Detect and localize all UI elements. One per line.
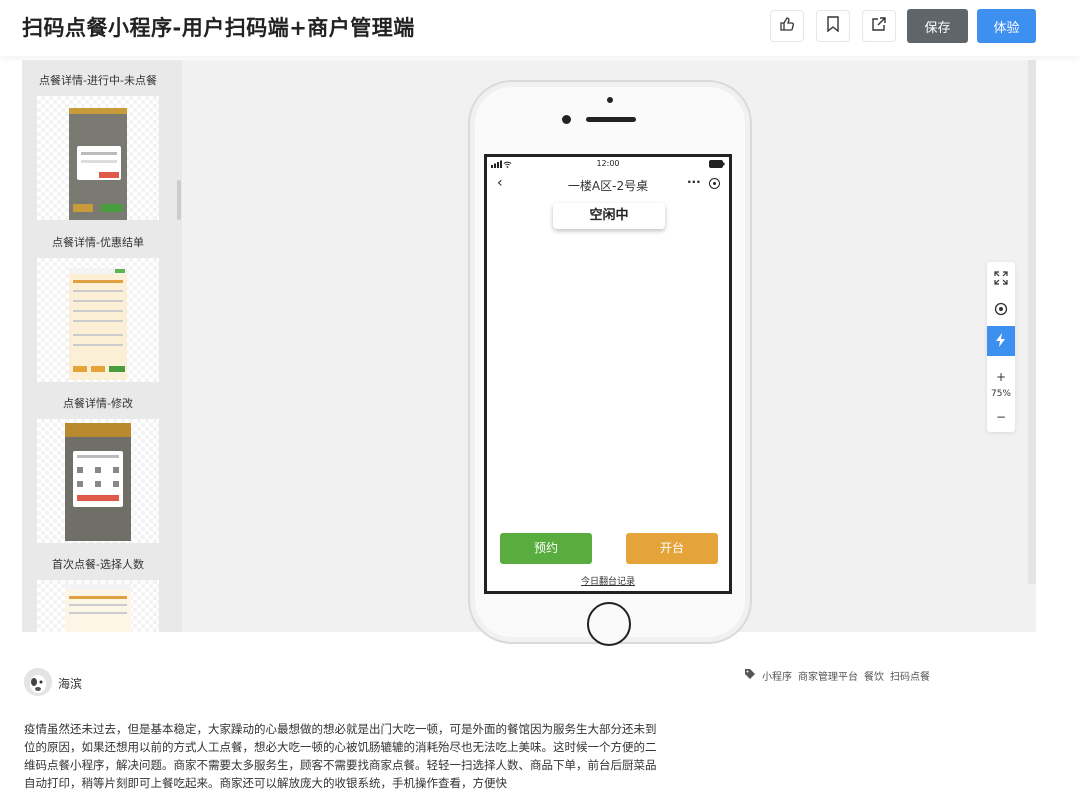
page-title: 扫码点餐小程序-用户扫码端+商户管理端 <box>22 16 415 40</box>
tag-item[interactable]: 扫码点餐 <box>890 668 930 683</box>
sidebar-scrollbar[interactable] <box>177 180 181 220</box>
bookmark-button[interactable] <box>816 10 850 42</box>
canvas-scrollbar[interactable] <box>1028 60 1036 584</box>
bookmark-icon <box>826 16 840 36</box>
phone-mockup: 12:00 ‹ 一楼A区-2号桌 ··· 空闲中 预约 开台 今日翻台记录 <box>468 80 752 646</box>
thumbs-up-icon <box>779 16 795 36</box>
open-table-button[interactable]: 开台 <box>626 533 718 564</box>
plus-icon: + <box>995 370 1007 384</box>
zoom-toolbar: + 75% − <box>987 262 1015 432</box>
thumbnail-label: 点餐详情-修改 <box>63 397 133 410</box>
avatar[interactable] <box>24 668 52 696</box>
tag-item[interactable]: 小程序 <box>762 668 792 683</box>
tag-icon <box>744 668 756 683</box>
close-target-icon[interactable] <box>709 178 720 189</box>
minus-icon: − <box>995 410 1007 424</box>
status-time: 12:00 <box>596 159 620 168</box>
share-button[interactable] <box>862 10 896 42</box>
try-button[interactable]: 体验 <box>977 9 1036 43</box>
tag-item[interactable]: 商家管理平台 <box>798 668 858 683</box>
tag-item[interactable]: 餐饮 <box>864 668 884 683</box>
phone-screen: 12:00 ‹ 一楼A区-2号桌 ··· 空闲中 预约 开台 今日翻台记录 <box>484 154 732 594</box>
thumbnail-label: 点餐详情-优惠结单 <box>52 236 144 249</box>
battery-icon <box>709 160 725 170</box>
external-link-icon <box>871 16 887 36</box>
fullscreen-icon <box>994 270 1008 288</box>
thumbnail-item[interactable] <box>37 96 159 220</box>
focus-icon <box>994 302 1008 319</box>
phone-speaker <box>586 117 636 122</box>
table-status-badge: 空闲中 <box>553 203 665 229</box>
thumbnail-label: 点餐详情-进行中-未点餐 <box>39 74 157 87</box>
phone-sensor <box>607 97 613 103</box>
preview-workspace: 点餐详情-进行中-未点餐 点餐详情-优惠结单 点餐详情-修改 首次点餐-选择人数… <box>22 60 1036 646</box>
top-header: 扫码点餐小程序-用户扫码端+商户管理端 保存 体验 <box>0 0 1080 56</box>
zoom-level: 75% <box>990 389 1011 399</box>
thumbnail-item[interactable] <box>37 419 159 543</box>
lightning-icon <box>995 332 1007 350</box>
thumbnail-label: 首次点餐-选择人数 <box>52 558 144 571</box>
lightning-button[interactable] <box>987 326 1015 356</box>
save-button[interactable]: 保存 <box>907 9 968 43</box>
more-menu-icon[interactable]: ··· <box>687 175 701 189</box>
tag-list: 小程序 商家管理平台 餐饮 扫码点餐 <box>744 668 930 683</box>
author-name[interactable]: 海滨 <box>58 675 82 692</box>
page-thumbnail-sidebar: 点餐详情-进行中-未点餐 点餐详情-优惠结单 点餐详情-修改 首次点餐-选择人数 <box>22 60 182 632</box>
like-button[interactable] <box>770 10 804 42</box>
focus-button[interactable] <box>987 295 1015 325</box>
post-description: 疫情虽然还未过去，但是基本稳定，大家躁动的心最想做的想必就是出门大吃一顿，可是外… <box>24 722 657 790</box>
thumbnail-item[interactable] <box>37 580 159 632</box>
status-bar: 12:00 <box>487 157 729 171</box>
home-button <box>587 602 631 646</box>
zoom-in-button[interactable]: + <box>987 362 1015 392</box>
zoom-out-button[interactable]: − <box>987 402 1015 432</box>
mini-program-navbar: ‹ 一楼A区-2号桌 ··· <box>487 173 729 197</box>
reserve-button[interactable]: 预约 <box>500 533 592 564</box>
thumbnail-item[interactable] <box>37 258 159 382</box>
turnover-record-link[interactable]: 今日翻台记录 <box>487 574 729 587</box>
phone-camera <box>562 115 571 124</box>
fullscreen-button[interactable] <box>987 264 1015 294</box>
